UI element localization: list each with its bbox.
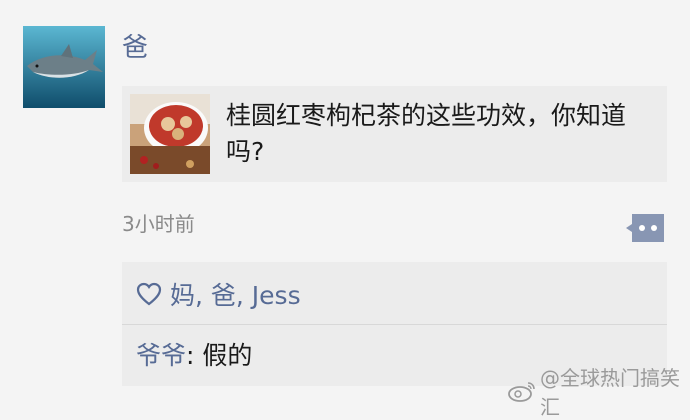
comment-text: 假的 xyxy=(202,341,253,370)
comment[interactable]: 爷爷: 假的 xyxy=(136,338,252,374)
commenter-name[interactable]: 爷爷 xyxy=(136,341,186,370)
link-thumbnail xyxy=(130,94,210,174)
like-names[interactable]: 妈, 爸, Jess xyxy=(170,276,301,312)
comment-icon[interactable] xyxy=(624,212,666,244)
divider xyxy=(122,324,667,325)
post-author-name[interactable]: 爸 xyxy=(122,30,148,66)
comment-separator: : xyxy=(186,341,203,370)
likes-row: 妈, 爸, Jess xyxy=(136,276,301,312)
post-timestamp: 3小时前 xyxy=(122,212,195,236)
avatar[interactable] xyxy=(23,26,105,108)
weibo-icon xyxy=(508,380,536,402)
link-title: 桂圆红枣枸杞茶的这些功效，你知道吗? xyxy=(226,101,627,166)
watermark: @全球热门搞笑汇 xyxy=(508,366,690,419)
watermark-text: @全球热门搞笑汇 xyxy=(540,366,680,419)
shared-link-card[interactable]: 桂圆红枣枸杞茶的这些功效，你知道吗? xyxy=(122,86,667,182)
heart-icon xyxy=(136,282,162,306)
